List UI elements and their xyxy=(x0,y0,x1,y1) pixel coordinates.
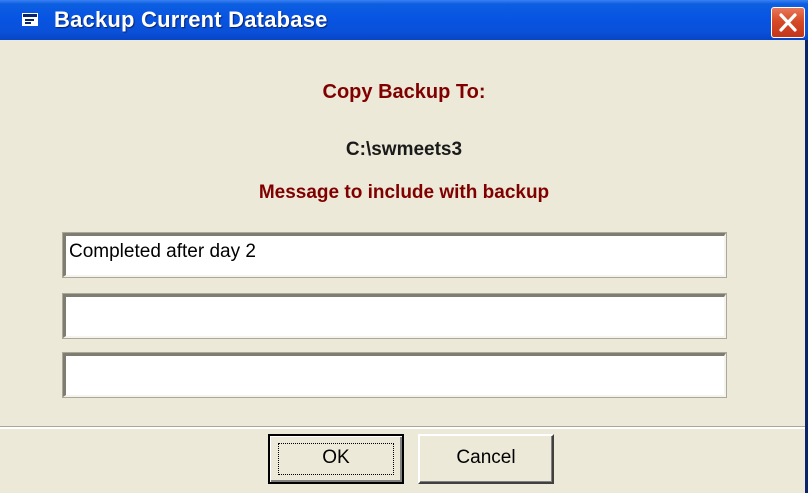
button-divider xyxy=(0,426,805,429)
backup-path: C:\swmeets3 xyxy=(345,139,463,160)
app-window-icon xyxy=(22,12,42,28)
title-bar[interactable]: Backup Current Database xyxy=(0,0,808,40)
cancel-button-label: Cancel xyxy=(456,447,516,468)
ok-button[interactable]: OK xyxy=(268,434,404,484)
close-x-icon xyxy=(779,13,797,32)
copy-backup-heading: Copy Backup To: xyxy=(322,81,486,103)
ok-button-label: OK xyxy=(322,447,350,468)
window-title: Backup Current Database xyxy=(54,7,328,32)
message-line-1-input[interactable]: Completed after day 2 xyxy=(62,232,727,278)
message-line-2-input[interactable] xyxy=(62,293,727,339)
message-line-3-input[interactable] xyxy=(62,352,727,398)
close-button[interactable] xyxy=(771,7,805,38)
backup-dialog: Backup Current Database Copy Backup To: … xyxy=(0,0,808,493)
cancel-button[interactable]: Cancel xyxy=(418,434,554,484)
message-heading: Message to include with backup xyxy=(258,182,550,203)
